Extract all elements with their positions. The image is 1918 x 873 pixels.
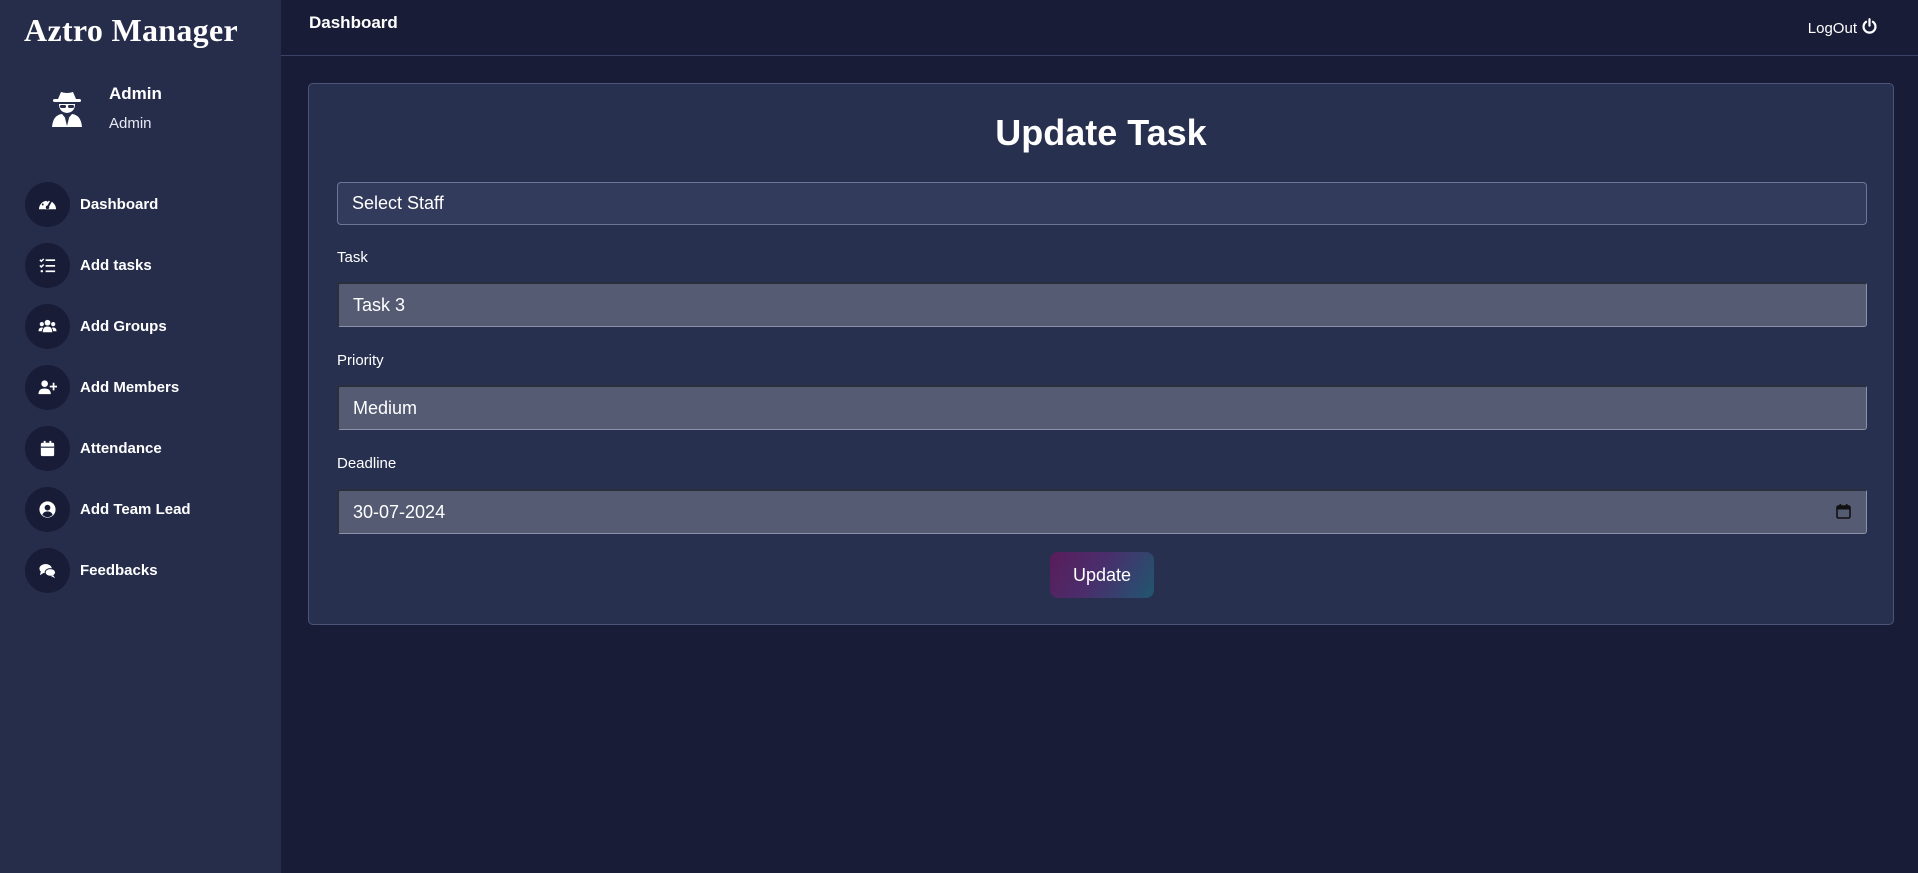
list-check-icon <box>25 243 70 288</box>
profile-name: Admin <box>109 84 162 103</box>
sidebar-item-label: Add Team Lead <box>80 501 191 518</box>
task-label: Task <box>337 249 368 266</box>
sidebar-nav: Dashboard Add tasks Add Groups Add Membe… <box>25 174 265 601</box>
sidebar-item-dashboard[interactable]: Dashboard <box>25 174 265 235</box>
sidebar-item-add-team-lead[interactable]: Add Team Lead <box>25 479 265 540</box>
comments-icon <box>25 548 70 593</box>
gauge-icon <box>25 182 70 227</box>
power-icon <box>1857 18 1878 39</box>
sidebar-item-attendance[interactable]: Attendance <box>25 418 265 479</box>
page-title: Dashboard <box>309 13 398 32</box>
priority-input[interactable]: Medium <box>337 385 1867 430</box>
user-profile: Admin Admin <box>50 84 250 140</box>
logout-button[interactable]: LogOut <box>1808 18 1878 39</box>
sidebar-item-add-members[interactable]: Add Members <box>25 357 265 418</box>
sidebar-item-label: Add tasks <box>80 257 152 274</box>
form-title: Update Task <box>995 112 1207 153</box>
task-input[interactable]: Task 3 <box>337 282 1867 327</box>
user-secret-icon <box>50 90 84 128</box>
deadline-value: 30-07-2024 <box>353 501 446 522</box>
priority-label: Priority <box>337 352 384 369</box>
sidebar-item-add-tasks[interactable]: Add tasks <box>25 235 265 296</box>
calendar-icon <box>25 426 70 471</box>
sidebar-item-feedbacks[interactable]: Feedbacks <box>25 540 265 601</box>
sidebar: Aztro Manager Admin Admin Dashboard Add … <box>0 0 281 873</box>
calendar-icon[interactable] <box>1835 503 1852 520</box>
deadline-input[interactable]: 30-07-2024 <box>337 489 1867 534</box>
sidebar-item-label: Add Groups <box>80 318 167 335</box>
update-task-card: Update Task Select Staff Task Task 3 Pri… <box>308 83 1894 625</box>
staff-select[interactable]: Select Staff <box>337 182 1867 225</box>
logout-label: LogOut <box>1807 20 1857 37</box>
deadline-label: Deadline <box>337 455 397 472</box>
sidebar-item-label: Attendance <box>80 440 162 457</box>
sidebar-item-add-groups[interactable]: Add Groups <box>25 296 265 357</box>
sidebar-item-label: Add Members <box>80 379 180 396</box>
profile-role: Admin <box>109 115 152 132</box>
user-circle-icon <box>25 487 70 532</box>
brand-title: Aztro Manager <box>24 12 238 48</box>
sidebar-item-label: Dashboard <box>80 196 159 213</box>
update-button[interactable]: Update <box>1050 552 1154 598</box>
user-plus-icon <box>25 365 70 410</box>
top-bar: Dashboard LogOut <box>281 0 1918 56</box>
users-icon <box>25 304 70 349</box>
sidebar-item-label: Feedbacks <box>80 562 158 579</box>
